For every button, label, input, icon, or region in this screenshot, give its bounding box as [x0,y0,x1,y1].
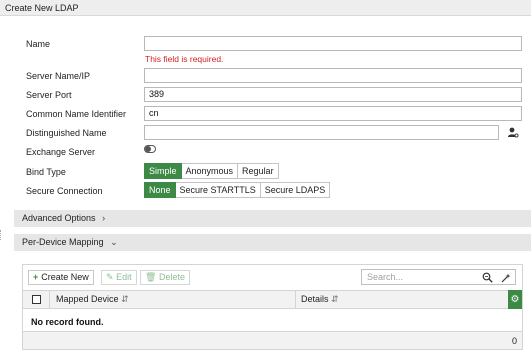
search-input[interactable]: Search... [367,272,403,282]
sort-icon: ⇵ [121,294,129,304]
per-device-mapping-label: Per-Device Mapping [22,237,104,247]
table-footer: 0 [23,331,522,349]
delete-button[interactable]: 🗑 Delete [140,270,190,285]
empty-table-message: No record found. [31,317,104,327]
advanced-search-icon[interactable] [501,273,511,283]
per-device-mapping-section[interactable]: Per-Device Mapping ⌄ [14,234,531,251]
secure-connection-selector[interactable]: None Secure STARTTLS Secure LDAPS [144,182,331,198]
sort-icon: ⇵ [331,294,339,304]
dn-input[interactable] [144,125,499,140]
plus-icon: + [33,272,39,282]
name-label: Name [26,39,51,49]
port-input[interactable]: 389 [144,87,522,102]
server-input[interactable] [144,68,522,83]
advanced-options-section[interactable]: Advanced Options › [14,210,531,227]
delete-label: Delete [158,272,185,282]
secure-none-option[interactable]: None [144,182,176,198]
browse-user-icon[interactable] [507,126,519,138]
search-box[interactable]: Search... [361,269,516,285]
bind-regular-option[interactable]: Regular [238,163,279,179]
table-header: Mapped Device ⇵ Details ⇵ ⚙ [23,290,522,309]
secure-starttls-option[interactable]: Secure STARTTLS [175,182,261,198]
panel-edge-marker [0,230,2,240]
port-label: Server Port [26,90,72,100]
edit-button[interactable]: ✎ Edit [101,270,137,285]
gear-icon[interactable]: ⚙ [508,290,522,309]
trash-icon: 🗑 [145,272,157,282]
column-mapped-device[interactable]: Mapped Device ⇵ [56,291,129,308]
bind-anonymous-option[interactable]: Anonymous [181,163,239,179]
chevron-down-icon: ⌄ [110,237,118,247]
cn-input[interactable]: cn [144,106,522,121]
exchange-label: Exchange Server [26,147,96,157]
secure-ldaps-option[interactable]: Secure LDAPS [260,182,331,198]
bind-simple-option[interactable]: Simple [144,163,182,179]
create-new-label: Create New [41,272,89,282]
name-error-message: This field is required. [145,54,224,64]
column-details[interactable]: Details ⇵ [301,291,339,308]
advanced-options-label: Advanced Options [22,213,96,223]
dialog-title: Create New LDAP [0,0,531,16]
exchange-toggle[interactable] [144,145,156,153]
column-details-label: Details [301,294,329,304]
edit-label: Edit [116,272,132,282]
dn-label: Distinguished Name [26,128,107,138]
name-input[interactable] [144,36,522,51]
bind-type-label: Bind Type [26,167,66,177]
cn-label: Common Name Identifier [26,109,127,119]
secure-label: Secure Connection [26,186,103,196]
toggle-knob [145,146,151,152]
edit-icon: ✎ [106,272,114,282]
chevron-right-icon: › [102,213,106,223]
column-divider [295,291,296,308]
search-icon[interactable] [482,272,493,283]
mapping-table-panel: + Create New ✎ Edit 🗑 Delete Search... Ma… [22,264,523,350]
record-count: 0 [511,336,517,346]
select-all-checkbox[interactable] [32,295,41,304]
bind-type-selector[interactable]: Simple Anonymous Regular [144,163,279,179]
column-mapped-device-label: Mapped Device [56,294,119,304]
column-divider [49,291,50,308]
server-label: Server Name/IP [26,71,91,81]
create-new-button[interactable]: + Create New [28,270,94,285]
